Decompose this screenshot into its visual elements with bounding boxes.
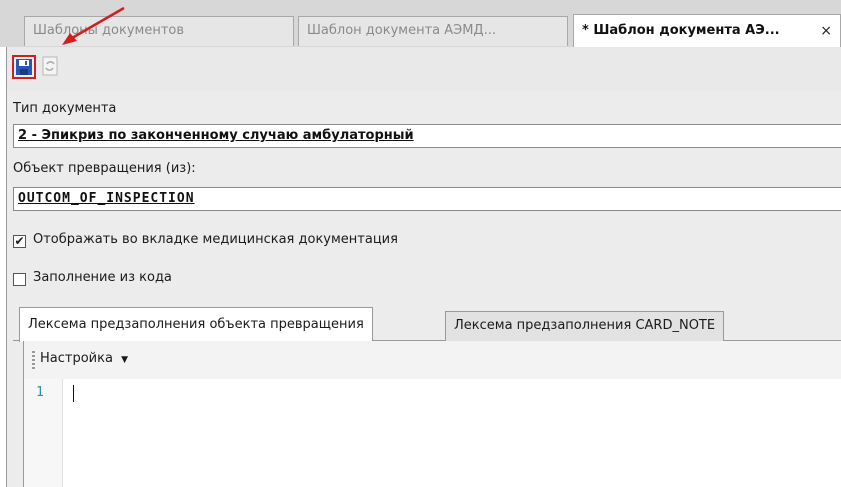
save-button[interactable] (12, 55, 36, 79)
doc-type-field[interactable]: 2 - Эпикриз по законченному случаю амбул… (13, 124, 841, 148)
tab-label: * Шаблон документа АЭ... (582, 23, 780, 38)
tab-label: Лексема предзаполнения объекта превращен… (28, 317, 364, 332)
refresh-button[interactable] (39, 55, 63, 79)
tab-label: Шаблоны документов (33, 23, 185, 38)
settings-dropdown[interactable]: Настройка ▼ (40, 351, 128, 366)
show-in-tab-label: Отображать во вкладке медицинская докуме… (33, 232, 398, 247)
toolbar-grip[interactable] (32, 351, 35, 369)
settings-label: Настройка (40, 351, 113, 366)
toolbar (7, 47, 841, 91)
editor-toolbar: Настройка ▼ (24, 341, 841, 379)
fill-from-code-label: Заполнение из кода (33, 270, 172, 285)
line-number: 1 (36, 385, 44, 400)
text-caret (73, 385, 74, 402)
object-field[interactable]: OUTCOM_OF_INSPECTION (13, 187, 841, 211)
document-tab-strip: Шаблоны документов Шаблон документа АЭМД… (0, 0, 841, 48)
fill-from-code-checkbox[interactable] (13, 273, 26, 286)
show-in-tab-checkbox[interactable]: ✔ (13, 235, 26, 248)
template-editor-panel: Тип документа 2 - Эпикриз по законченном… (6, 47, 841, 487)
refresh-icon (42, 56, 58, 76)
line-number-gutter: 1 (24, 379, 63, 487)
tab-label: Шаблон документа АЭМД... (307, 23, 496, 38)
tab-object-lexeme[interactable]: Лексема предзаполнения объекта превращен… (19, 307, 373, 342)
doc-type-label: Тип документа (13, 101, 117, 116)
object-label: Объект превращения (из): (13, 161, 196, 176)
tab-card-note-lexeme[interactable]: Лексема предзаполнения CARD_NOTE (445, 311, 725, 341)
tab-label: Лексема предзаполнения CARD_NOTE (454, 318, 716, 333)
tab-document-templates[interactable]: Шаблоны документов (24, 16, 294, 46)
tab-aemd-template[interactable]: Шаблон документа АЭМД... (298, 16, 568, 46)
lexeme-tabs: Лексема предзаполнения объекта превращен… (13, 305, 841, 342)
code-editor: Настройка ▼ 1 (23, 341, 841, 487)
floppy-disk-icon (16, 59, 32, 75)
close-tab-icon[interactable]: × (820, 15, 832, 47)
tab-current-template[interactable]: * Шаблон документа АЭ... × (573, 14, 841, 48)
chevron-down-icon: ▼ (121, 355, 128, 365)
